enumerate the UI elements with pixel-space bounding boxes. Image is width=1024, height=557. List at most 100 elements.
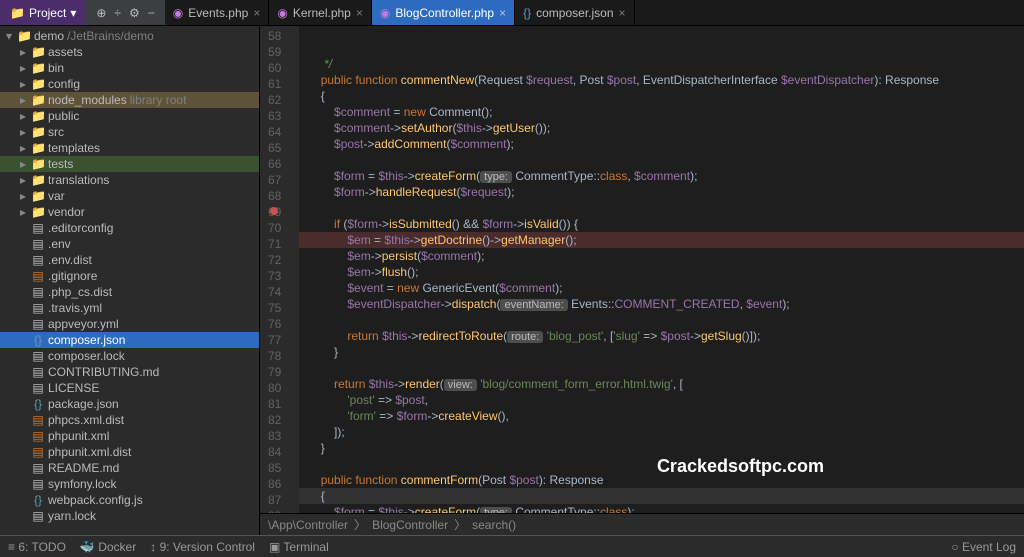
docker-tool[interactable]: 🐳 Docker [80, 540, 136, 554]
tree-node-assets[interactable]: ▸📁assets [0, 44, 259, 60]
expand-arrow[interactable]: ▸ [18, 109, 28, 123]
project-dropdown[interactable]: 📁 Project ▾ [0, 0, 86, 25]
tree-node-translations[interactable]: ▸📁translations [0, 172, 259, 188]
code-line[interactable]: return $this->redirectToRoute(route: 'bl… [299, 328, 1024, 344]
line-number[interactable]: 66 [268, 156, 281, 172]
expand-arrow[interactable]: ▸ [18, 205, 28, 219]
tab-kernel-php[interactable]: ◉Kernel.php× [269, 0, 372, 25]
line-number[interactable]: 60 [268, 60, 281, 76]
line-number[interactable]: 59 [268, 44, 281, 60]
line-number[interactable]: 58 [268, 28, 281, 44]
tree-node-symfony-lock[interactable]: ▤symfony.lock [0, 476, 259, 492]
gear-icon[interactable]: ⚙ [129, 6, 140, 20]
tree-node-demo[interactable]: ▾📁demo /JetBrains/demo [0, 28, 259, 44]
line-gutter[interactable]: 5859606162636465666768697071727374757677… [260, 26, 299, 513]
code-line[interactable]: */ [299, 56, 1024, 72]
code-line[interactable] [299, 152, 1024, 168]
code-line[interactable] [299, 360, 1024, 376]
code-line[interactable]: ]); [299, 424, 1024, 440]
code-line[interactable]: } [299, 440, 1024, 456]
expand-arrow[interactable]: ▸ [18, 93, 28, 107]
tree-node-phpcs-xml-dist[interactable]: ▤phpcs.xml.dist [0, 412, 259, 428]
line-number[interactable]: 74 [268, 284, 281, 300]
line-number[interactable]: 67 [268, 172, 281, 188]
todo-tool[interactable]: ≡ 6: TODO [8, 540, 66, 554]
code-line[interactable]: $form = $this->createForm(type: CommentT… [299, 168, 1024, 184]
line-number[interactable]: 87 [268, 492, 281, 508]
tree-node-phpunit-xml[interactable]: ▤phpunit.xml [0, 428, 259, 444]
close-icon[interactable]: × [619, 6, 626, 20]
code-line[interactable]: $comment = new Comment(); [299, 104, 1024, 120]
tree-node--editorconfig[interactable]: ▤.editorconfig [0, 220, 259, 236]
code-area[interactable]: 5859606162636465666768697071727374757677… [260, 26, 1024, 513]
line-number[interactable]: 77 [268, 332, 281, 348]
line-number[interactable]: 65 [268, 140, 281, 156]
code-line[interactable]: $form = $this->createForm(type: CommentT… [299, 504, 1024, 513]
tree-node--travis-yml[interactable]: ▤.travis.yml [0, 300, 259, 316]
tree-node-appveyor-yml[interactable]: ▤appveyor.yml [0, 316, 259, 332]
code-line[interactable]: { [299, 88, 1024, 104]
vcs-tool[interactable]: ↕ 9: Version Control [150, 540, 255, 554]
terminal-tool[interactable]: ▣ Terminal [269, 540, 329, 554]
line-number[interactable]: 81 [268, 396, 281, 412]
code-line[interactable]: $em->persist($comment); [299, 248, 1024, 264]
tree-node-config[interactable]: ▸📁config [0, 76, 259, 92]
tree-node-node_modules[interactable]: ▸📁node_modules library root [0, 92, 259, 108]
divide-icon[interactable]: ÷ [114, 6, 121, 20]
line-number[interactable]: 62 [268, 92, 281, 108]
tree-node-yarn-lock[interactable]: ▤yarn.lock [0, 508, 259, 524]
tree-node--gitignore[interactable]: ▤.gitignore [0, 268, 259, 284]
line-number[interactable]: 70 [268, 220, 281, 236]
breadcrumb-item[interactable]: search() [472, 518, 516, 532]
line-number[interactable]: 61 [268, 76, 281, 92]
line-number[interactable]: 72 [268, 252, 281, 268]
line-number[interactable]: 83 [268, 428, 281, 444]
line-number[interactable]: 80 [268, 380, 281, 396]
line-number[interactable]: 73 [268, 268, 281, 284]
code-line[interactable]: 'form' => $form->createView(), [299, 408, 1024, 424]
close-icon[interactable]: × [499, 6, 506, 20]
tree-node-license[interactable]: ▤LICENSE [0, 380, 259, 396]
tree-node-webpack-config-js[interactable]: {}webpack.config.js [0, 492, 259, 508]
line-number[interactable]: 63 [268, 108, 281, 124]
code-line[interactable] [299, 312, 1024, 328]
line-number[interactable]: 75 [268, 300, 281, 316]
tree-node--php_cs-dist[interactable]: ▤.php_cs.dist [0, 284, 259, 300]
tree-node-readme-md[interactable]: ▤README.md [0, 460, 259, 476]
tree-node-var[interactable]: ▸📁var [0, 188, 259, 204]
breadcrumb-item[interactable]: \App\Controller [268, 518, 348, 532]
tree-node-phpunit-xml-dist[interactable]: ▤phpunit.xml.dist [0, 444, 259, 460]
line-number[interactable]: 71 [268, 236, 281, 252]
expand-arrow[interactable]: ▾ [4, 29, 14, 43]
code-line[interactable]: $comment->setAuthor($this->getUser()); [299, 120, 1024, 136]
line-number[interactable]: 69 [268, 204, 281, 220]
line-number[interactable]: 68 [268, 188, 281, 204]
code-line[interactable]: } [299, 344, 1024, 360]
line-number[interactable]: 76 [268, 316, 281, 332]
expand-arrow[interactable]: ▸ [18, 77, 28, 91]
code-content[interactable]: */ public function commentNew(Request $r… [299, 26, 1024, 513]
tab-events-php[interactable]: ◉Events.php× [165, 0, 270, 25]
expand-arrow[interactable]: ▸ [18, 45, 28, 59]
line-number[interactable]: 84 [268, 444, 281, 460]
code-line[interactable]: { [299, 488, 1024, 504]
expand-arrow[interactable]: ▸ [18, 141, 28, 155]
tree-node--env-dist[interactable]: ▤.env.dist [0, 252, 259, 268]
breakpoint-icon[interactable] [270, 207, 278, 215]
close-icon[interactable]: × [356, 6, 363, 20]
collapse-icon[interactable]: − [148, 6, 155, 20]
editor-breadcrumbs[interactable]: \App\Controller〉BlogController〉search() [260, 513, 1024, 535]
code-line[interactable]: public function commentNew(Request $requ… [299, 72, 1024, 88]
code-line[interactable]: 'post' => $post, [299, 392, 1024, 408]
close-icon[interactable]: × [253, 6, 260, 20]
line-number[interactable]: 88 [268, 508, 281, 513]
code-line[interactable]: $em->flush(); [299, 264, 1024, 280]
tree-node-tests[interactable]: ▸📁tests [0, 156, 259, 172]
tree-node-bin[interactable]: ▸📁bin [0, 60, 259, 76]
expand-arrow[interactable]: ▸ [18, 61, 28, 75]
tree-node-contributing-md[interactable]: ▤CONTRIBUTING.md [0, 364, 259, 380]
code-line[interactable]: $form->handleRequest($request); [299, 184, 1024, 200]
tree-node-public[interactable]: ▸📁public [0, 108, 259, 124]
target-icon[interactable]: ⊕ [96, 6, 106, 20]
code-line[interactable]: $em = $this->getDoctrine()->getManager()… [299, 232, 1024, 248]
